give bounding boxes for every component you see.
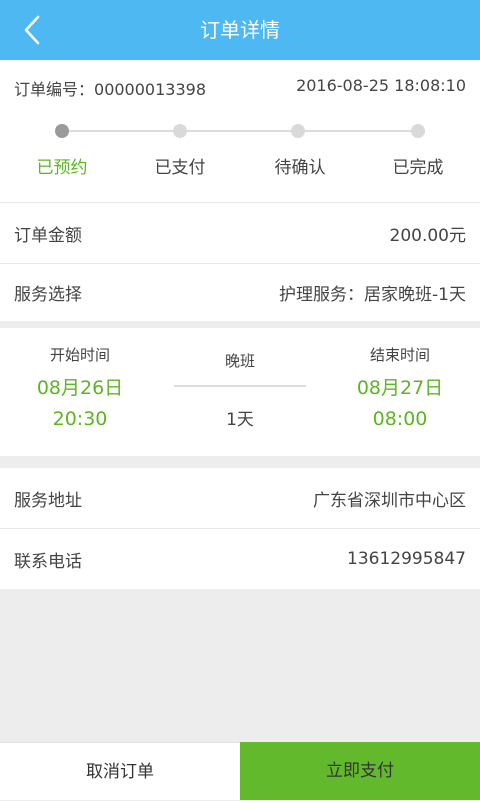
end-date: 08月27日	[356, 377, 444, 399]
shift-divider	[174, 385, 306, 387]
start-time-label: 开始时间	[49, 346, 110, 364]
progress-dot-booked	[55, 124, 69, 138]
step-label-confirming: 待确认	[274, 158, 326, 178]
shift-duration: 1天	[226, 410, 254, 430]
page-title: 订单详情	[200, 18, 280, 42]
step-label-booked: 已预约	[36, 158, 88, 178]
start-time-block: 开始时间 08月26日 20:30	[0, 328, 160, 430]
order-progress	[0, 123, 480, 139]
service-label: 服务选择	[14, 285, 82, 305]
service-value: 护理服务：居家晚班-1天	[279, 285, 466, 305]
bottom-action-bar: 取消订单 立即支付	[0, 742, 480, 800]
address-label: 服务地址	[14, 490, 82, 511]
progress-line	[305, 130, 416, 132]
amount-row: 订单金额 200.00元	[0, 203, 480, 263]
phone-value: 13612995847	[347, 549, 466, 569]
step-label-paid: 已支付	[154, 158, 206, 178]
shift-block: 晚班 1天	[160, 328, 320, 430]
order-datetime: 2016-08-25 18:08:10	[296, 76, 466, 95]
phone-label: 联系电话	[14, 551, 82, 572]
progress-dot-confirming	[291, 124, 305, 138]
phone-row: 联系电话 13612995847	[0, 529, 480, 589]
start-date: 08月26日	[36, 377, 124, 399]
schedule-card: 开始时间 08月26日 20:30 晚班 1天 结束时间 08月27日 08:0…	[0, 328, 480, 456]
order-number-row: 订单编号：00000013398 2016-08-25 18:08:10	[14, 76, 466, 100]
end-time-block: 结束时间 08月27日 08:00	[320, 328, 480, 430]
service-row: 服务选择 护理服务：居家晚班-1天	[0, 264, 480, 321]
progress-dot-paid	[173, 124, 187, 138]
order-number-label: 订单编号：	[14, 80, 95, 99]
shift-label: 晚班	[224, 352, 255, 370]
progress-line	[187, 130, 298, 132]
amount-label: 订单金额	[14, 225, 82, 246]
start-clock: 20:30	[52, 408, 108, 430]
end-time-label: 结束时间	[369, 346, 430, 364]
order-number-group: 订单编号：00000013398	[14, 76, 206, 100]
progress-dot-completed	[411, 124, 425, 138]
amount-value: 200.00元	[389, 225, 466, 246]
address-value: 广东省深圳市中心区	[313, 490, 466, 511]
end-clock: 08:00	[372, 408, 428, 430]
step-label-completed: 已完成	[392, 158, 444, 178]
address-row: 服务地址 广东省深圳市中心区	[0, 468, 480, 528]
app-header: 订单详情	[0, 0, 480, 60]
progress-line	[69, 130, 180, 132]
order-number: 00000013398	[94, 80, 206, 99]
pay-now-button[interactable]: 立即支付	[240, 742, 480, 800]
cancel-order-button[interactable]: 取消订单	[0, 742, 240, 800]
